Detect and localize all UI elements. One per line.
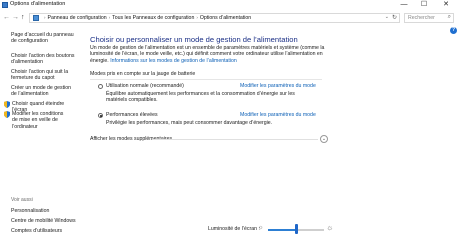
search-icon: ⌕ — [447, 14, 451, 20]
sun-icon: ☼ — [258, 225, 264, 231]
breadcrumb: › Panneau de configuration › Tous les Panne… — [42, 15, 251, 21]
change-plan-settings-link[interactable]: Modifier les paramètres du mode — [240, 83, 316, 89]
power-options-icon — [2, 2, 8, 8]
sidebar-item-user-accounts[interactable]: Comptes d’utilisateurs — [11, 228, 62, 234]
sun-icon: ☼ — [326, 223, 334, 232]
change-plan-settings-link[interactable]: Modifier les paramètres du mode — [240, 112, 316, 118]
plan-name[interactable]: Utilisation normale (recommandé) — [106, 83, 184, 89]
window-title: Options d’alimentation — [10, 1, 66, 7]
refresh-icon[interactable]: ↻ — [392, 14, 397, 21]
breadcrumb-separator[interactable]: › — [109, 15, 111, 20]
shield-icon — [4, 101, 10, 108]
breadcrumb-separator: › — [44, 15, 46, 20]
brightness-slider-fill — [268, 229, 296, 231]
breadcrumb-separator[interactable]: › — [196, 15, 198, 20]
sidebar-item-mobility-center[interactable]: Centre de mobilité Windows — [11, 218, 76, 224]
minimize-button[interactable]: — — [396, 0, 412, 10]
breadcrumb-item[interactable]: Panneau de configuration — [48, 15, 107, 21]
search-placeholder: Rechercher — [408, 15, 435, 21]
maximize-button[interactable]: ☐ — [416, 0, 432, 10]
more-plans-divider — [152, 139, 318, 140]
breadcrumb-item[interactable]: Options d’alimentation — [200, 15, 251, 21]
plan-radio[interactable] — [98, 113, 103, 118]
sidebar-item-home[interactable]: Page d’accueil du panneau de configurati… — [11, 32, 77, 45]
page-title: Choisir ou personnaliser un mode de gest… — [90, 35, 298, 44]
sidebar-item-power-buttons[interactable]: Choisir l’action des boutons d’alimentat… — [11, 53, 77, 66]
main-content: Choisir ou personnaliser un mode de gest… — [90, 27, 450, 242]
plan-name[interactable]: Performances élevées — [106, 112, 158, 118]
forward-button[interactable]: → — [12, 13, 19, 23]
breadcrumb-item[interactable]: Tous les Panneaux de configuration — [112, 15, 194, 21]
brightness-label: Luminosité de l’écran : — [208, 226, 260, 232]
control-panel-icon — [33, 15, 39, 21]
sidebar: Page d’accueil du panneau de configurati… — [0, 27, 80, 242]
chevron-down-icon[interactable]: ⌄ — [320, 135, 328, 143]
see-also-heading: Voir aussi — [11, 197, 33, 203]
section-divider — [90, 79, 322, 80]
sidebar-item-lid-action[interactable]: Choisir l’action qui suit la fermeture d… — [11, 69, 77, 82]
close-button[interactable]: ✕ — [438, 0, 454, 10]
sidebar-item-label: Modifier les conditions de mise en veill… — [12, 111, 64, 130]
section-title: Modes pris en compte sur la jauge de bat… — [90, 71, 196, 77]
plan-description: Privilégie les performances, mais peut c… — [106, 120, 273, 126]
plan-radio[interactable] — [98, 84, 103, 89]
sidebar-item-sleep[interactable]: Modifier les conditions de mise en veill… — [4, 111, 70, 130]
sidebar-item-create-plan[interactable]: Créer un mode de gestion de l’alimentati… — [11, 85, 77, 98]
brightness-slider-thumb[interactable] — [294, 224, 298, 234]
up-button[interactable]: ↑ — [21, 13, 25, 23]
back-button[interactable]: ← — [3, 13, 10, 23]
shield-icon — [4, 111, 10, 118]
intro-text: Un mode de gestion de l’alimentation est… — [90, 45, 325, 64]
address-dropdown-icon[interactable]: ⌄ — [385, 14, 389, 20]
sidebar-item-personalization[interactable]: Personnalisation — [11, 208, 49, 214]
info-link[interactable]: Informations sur les modes de gestion de… — [110, 58, 237, 64]
address-row: ← → ↑ › Panneau de configuration › Tous les… — [0, 12, 460, 24]
address-bar[interactable]: › Panneau de configuration › Tous les Panne… — [29, 13, 400, 23]
search-input[interactable]: Rechercher ⌕ — [404, 13, 454, 23]
title-bar: Options d’alimentation — ☐ ✕ — [0, 0, 460, 10]
help-icon[interactable]: ? — [450, 27, 457, 34]
plan-description: Équilibre automatiquement les performanc… — [106, 91, 295, 104]
